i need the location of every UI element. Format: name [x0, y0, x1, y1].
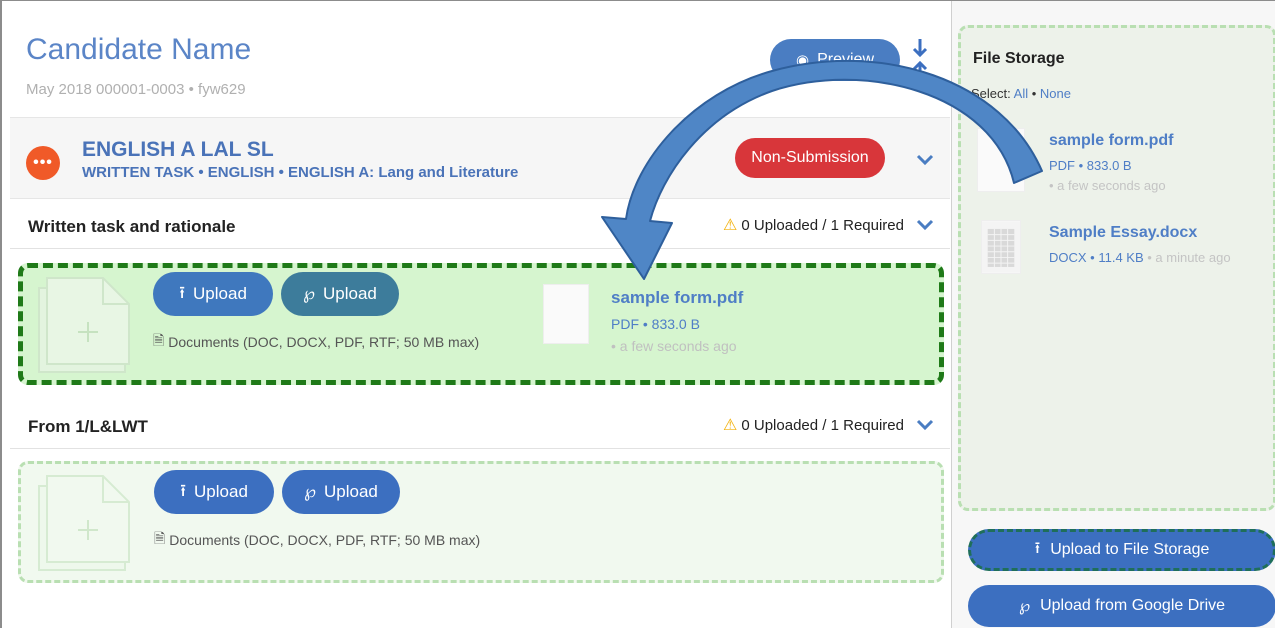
upload-icon: ⭱: [180, 480, 187, 500]
subject-subtitle: WRITTEN TASK • ENGLISH • ENGLISH A: Lang…: [82, 164, 519, 181]
storage-file-time: • a few seconds ago: [1049, 178, 1166, 193]
subject-title: ENGLISH A LAL SL: [82, 138, 274, 161]
accepted-file-types: 🗎 Documents (DOC, DOCX, PDF, RTF; 50 MB …: [154, 528, 480, 552]
warning-triangle-icon: ⚠: [723, 417, 738, 434]
docx-thumbnail: [981, 220, 1021, 274]
section-title: From 1/L&LWT: [28, 417, 148, 436]
select-none-link[interactable]: None: [1040, 86, 1071, 101]
collapse-arrows-icon[interactable]: [910, 37, 930, 81]
upload-count: 0 Uploaded / 1 Required: [741, 416, 904, 434]
file-thumbnail: [543, 284, 589, 344]
upload-label: Upload: [323, 482, 378, 501]
accepted-file-types: 🗎 Documents (DOC, DOCX, PDF, RTF; 50 MB …: [153, 330, 479, 354]
file-meta: PDF • 833.0 B: [611, 316, 700, 332]
status-badge[interactable]: Non-Submission: [735, 138, 885, 178]
upload-from-drive-button[interactable]: ℘ Upload from Google Drive: [968, 585, 1275, 627]
document-icon: 🗎: [153, 332, 165, 348]
google-drive-upload-button[interactable]: ℘ Upload: [281, 272, 399, 316]
select-all-link[interactable]: All: [1014, 86, 1028, 101]
file-time: • a few seconds ago: [611, 338, 737, 354]
storage-title: File Storage: [973, 50, 1065, 67]
chevron-down-icon[interactable]: [916, 419, 934, 431]
candidate-subtitle: May 2018 000001-0003 • fyw629: [26, 81, 246, 98]
section-status: ⚠ 0 Uploaded / 1 Required: [723, 215, 904, 235]
google-drive-icon: ℘: [304, 482, 316, 501]
preview-label: Preview: [817, 51, 874, 68]
upload-count: 0 Uploaded / 1 Required: [741, 216, 904, 234]
google-drive-icon: ℘: [303, 284, 315, 303]
file-storage-panel: File Storage Select: All • None sample f…: [951, 1, 1275, 628]
document-placeholder-icon: [38, 277, 130, 373]
upload-button[interactable]: ⭱ Upload: [153, 272, 273, 316]
storage-file-meta: PDF • 833.0 B: [1049, 158, 1132, 173]
upload-icon: ⭱: [179, 282, 186, 302]
document-placeholder-icon: [38, 475, 130, 571]
file-storage-dropzone[interactable]: File Storage Select: All • None sample f…: [958, 25, 1275, 511]
select-row: Select: All • None: [971, 86, 1071, 101]
eye-icon: ◉: [796, 52, 810, 69]
subject-header: ••• ENGLISH A LAL SL WRITTEN TASK • ENGL…: [10, 117, 950, 199]
file-name: sample form.pdf: [611, 288, 744, 307]
upload-dropzone[interactable]: ⭱ Upload ℘ Upload 🗎 Documents (DOC, DOCX…: [18, 263, 944, 385]
storage-file-name[interactable]: sample form.pdf: [1049, 132, 1173, 150]
preview-button[interactable]: ◉ Preview: [770, 39, 900, 81]
candidate-name: Candidate Name: [26, 33, 252, 66]
section-header: Written task and rationale ⚠ 0 Uploaded …: [10, 199, 950, 249]
more-dots-icon[interactable]: •••: [26, 146, 60, 180]
document-icon: 🗎: [154, 530, 166, 546]
upload-icon: ⭱: [1034, 539, 1041, 557]
upload-label: Upload: [194, 482, 248, 501]
upload-label: Upload: [322, 284, 377, 303]
app-frame: Candidate Name May 2018 000001-0003 • fy…: [0, 0, 1275, 628]
storage-file-name[interactable]: Sample Essay.docx: [1049, 224, 1197, 242]
submission-panel: Candidate Name May 2018 000001-0003 • fy…: [2, 1, 950, 628]
chevron-down-icon[interactable]: [916, 219, 934, 231]
section-status: ⚠ 0 Uploaded / 1 Required: [723, 415, 904, 435]
storage-file-meta: DOCX • 11.4 KB • a minute ago: [1049, 250, 1231, 265]
chevron-down-icon[interactable]: [916, 154, 934, 166]
warning-triangle-icon: ⚠: [723, 217, 738, 234]
upload-dropzone[interactable]: ⭱ Upload ℘ Upload 🗎 Documents (DOC, DOCX…: [18, 461, 944, 583]
section-title: Written task and rationale: [28, 217, 236, 236]
section-header: From 1/L&LWT ⚠ 0 Uploaded / 1 Required: [10, 399, 950, 449]
google-drive-upload-button[interactable]: ℘ Upload: [282, 470, 400, 514]
google-drive-icon: ℘: [1018, 598, 1031, 615]
file-thumbnail: [977, 128, 1025, 192]
upload-button[interactable]: ⭱ Upload: [154, 470, 274, 514]
upload-to-storage-button[interactable]: ⭱ Upload to File Storage: [968, 529, 1275, 571]
upload-label: Upload: [193, 284, 247, 303]
